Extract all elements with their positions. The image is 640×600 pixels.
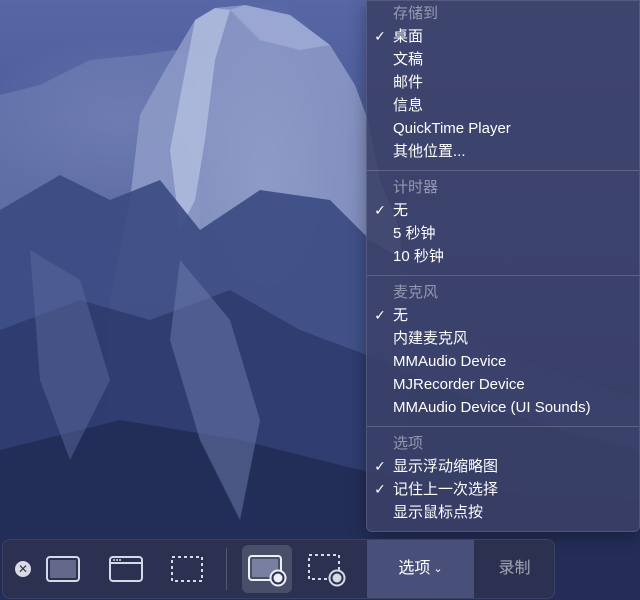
checkmark-icon: ✓ — [374, 481, 386, 497]
menu-item-timer-10-seconds[interactable]: 10 秒钟 — [367, 245, 639, 268]
menu-section-microphone: 麦克风 ✓ 无 内建麦克风 MMAudio Device MJRecorder … — [367, 280, 639, 421]
menu-item-label: 显示鼠标点按 — [393, 504, 484, 521]
menu-item-label: 桌面 — [393, 28, 424, 45]
menu-separator — [367, 275, 639, 276]
capture-entire-screen-button[interactable] — [43, 550, 83, 588]
section-header-timer: 计时器 — [393, 179, 439, 196]
menu-item-timer-none[interactable]: ✓ 无 — [367, 199, 639, 222]
menu-separator — [367, 170, 639, 171]
toolbar-divider — [226, 548, 227, 590]
record-entire-screen-icon — [248, 555, 287, 587]
menu-section-timer: 计时器 ✓ 无 5 秒钟 10 秒钟 — [367, 175, 639, 270]
menu-item-microphone-none[interactable]: ✓ 无 — [367, 304, 639, 327]
capture-selection-icon — [171, 556, 203, 582]
menu-item-messages[interactable]: 信息 — [367, 94, 639, 117]
menu-item-label: MJRecorder Device — [393, 376, 525, 393]
menu-item-label: 无 — [393, 307, 409, 324]
menu-item-label: 文稿 — [393, 51, 424, 68]
section-header-microphone: 麦克风 — [393, 284, 439, 301]
menu-item-label: 10 秒钟 — [393, 248, 444, 265]
screenshot-toolbar: ✕ 选项 ⌄ 录制 — [2, 539, 555, 599]
menu-item-remember-last-selection[interactable]: ✓ 记住上一次选择 — [367, 478, 639, 501]
capture-selection-button[interactable] — [167, 550, 207, 588]
options-dropdown-button[interactable]: 选项 ⌄ — [367, 540, 474, 598]
section-header-options: 选项 — [393, 435, 424, 452]
menu-item-timer-5-seconds[interactable]: 5 秒钟 — [367, 222, 639, 245]
checkmark-icon: ✓ — [374, 202, 386, 218]
menu-item-other-location[interactable]: 其他位置... — [367, 140, 639, 163]
menu-item-show-mouse-clicks[interactable]: 显示鼠标点按 — [367, 501, 639, 524]
menu-section-save-to: 存储到 ✓ 桌面 文稿 邮件 信息 QuickTime Player 其他位置.… — [367, 1, 639, 165]
checkmark-icon: ✓ — [374, 307, 386, 323]
menu-item-built-in-microphone[interactable]: 内建麦克风 — [367, 327, 639, 350]
menu-item-documents[interactable]: 文稿 — [367, 48, 639, 71]
capture-window-button[interactable] — [106, 550, 146, 588]
menu-item-label: 信息 — [393, 97, 424, 114]
record-selection-button[interactable] — [305, 550, 349, 588]
close-button[interactable]: ✕ — [15, 561, 31, 577]
record-entire-screen-button[interactable] — [242, 545, 292, 593]
close-icon: ✕ — [17, 562, 29, 576]
record-selection-icon — [308, 554, 346, 587]
menu-item-label: 无 — [393, 202, 409, 219]
menu-item-mail[interactable]: 邮件 — [367, 71, 639, 94]
menu-separator — [367, 426, 639, 427]
menu-item-label: 记住上一次选择 — [393, 481, 499, 498]
menu-item-label: 其他位置... — [393, 143, 466, 160]
record-button-label: 录制 — [498, 560, 531, 577]
chevron-down-icon: ⌄ — [433, 563, 443, 575]
menu-item-quicktime-player[interactable]: QuickTime Player — [367, 117, 639, 140]
menu-item-label: MMAudio Device (UI Sounds) — [393, 399, 591, 416]
menu-item-desktop[interactable]: ✓ 桌面 — [367, 25, 639, 48]
record-button[interactable]: 录制 — [475, 540, 554, 598]
menu-item-label: 5 秒钟 — [393, 225, 436, 242]
options-menu: 存储到 ✓ 桌面 文稿 邮件 信息 QuickTime Player 其他位置.… — [366, 0, 640, 532]
options-button-label: 选项 — [398, 560, 431, 577]
menu-item-label: MMAudio Device — [393, 353, 507, 370]
menu-item-label: 邮件 — [393, 74, 424, 91]
checkmark-icon: ✓ — [374, 458, 386, 474]
section-header-save-to: 存储到 — [393, 5, 439, 22]
capture-entire-screen-icon — [46, 556, 80, 582]
capture-window-icon — [109, 556, 143, 582]
menu-item-label: 内建麦克风 — [393, 330, 469, 347]
menu-item-mmaudio-device-ui-sounds[interactable]: MMAudio Device (UI Sounds) — [367, 396, 639, 419]
menu-item-label: QuickTime Player — [393, 120, 511, 137]
menu-item-label: 显示浮动缩略图 — [393, 458, 499, 475]
menu-item-mmaudio-device[interactable]: MMAudio Device — [367, 350, 639, 373]
menu-item-show-floating-thumbnail[interactable]: ✓ 显示浮动缩略图 — [367, 455, 639, 478]
checkmark-icon: ✓ — [374, 28, 386, 44]
menu-section-options: 选项 ✓ 显示浮动缩略图 ✓ 记住上一次选择 显示鼠标点按 — [367, 431, 639, 526]
menu-item-mjrecorder-device[interactable]: MJRecorder Device — [367, 373, 639, 396]
